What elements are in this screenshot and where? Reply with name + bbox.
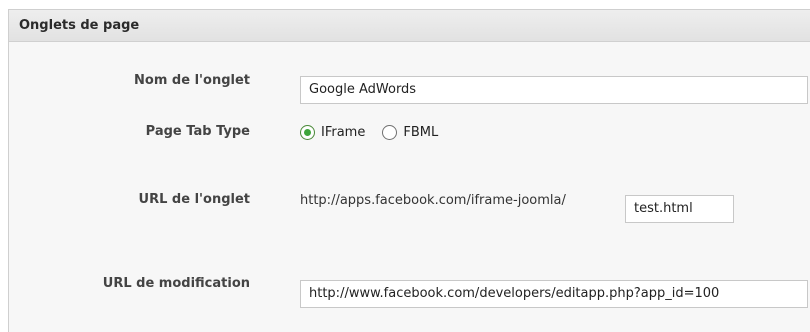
radio-iframe[interactable]: IFrame (300, 124, 365, 140)
edit-url-input[interactable]: http://www.facebook.com/developers/edita… (300, 280, 808, 308)
tab-type-radio-group: IFrame FBML (300, 122, 455, 142)
radio-fbml-label[interactable]: FBML (403, 125, 438, 140)
tab-url-input[interactable]: test.html (625, 195, 734, 223)
radio-iframe-label[interactable]: IFrame (321, 125, 365, 140)
panel-title: Onglets de page (19, 18, 140, 33)
radio-fbml-button[interactable] (382, 124, 398, 140)
edit-url-label: URL de modification (102, 276, 250, 291)
radio-fbml[interactable]: FBML (382, 124, 438, 140)
tab-url-prefix: http://apps.facebook.com/iframe-joomla/ (300, 193, 566, 208)
tab-name-input[interactable]: Google AdWords (300, 76, 808, 104)
radio-selected-dot (304, 128, 311, 136)
tab-url-label: URL de l'onglet (138, 192, 250, 207)
tab-name-label: Nom de l'onglet (134, 73, 250, 88)
tab-type-label: Page Tab Type (145, 124, 250, 139)
panel-header: Onglets de page (9, 10, 810, 42)
radio-iframe-button[interactable] (300, 124, 315, 140)
